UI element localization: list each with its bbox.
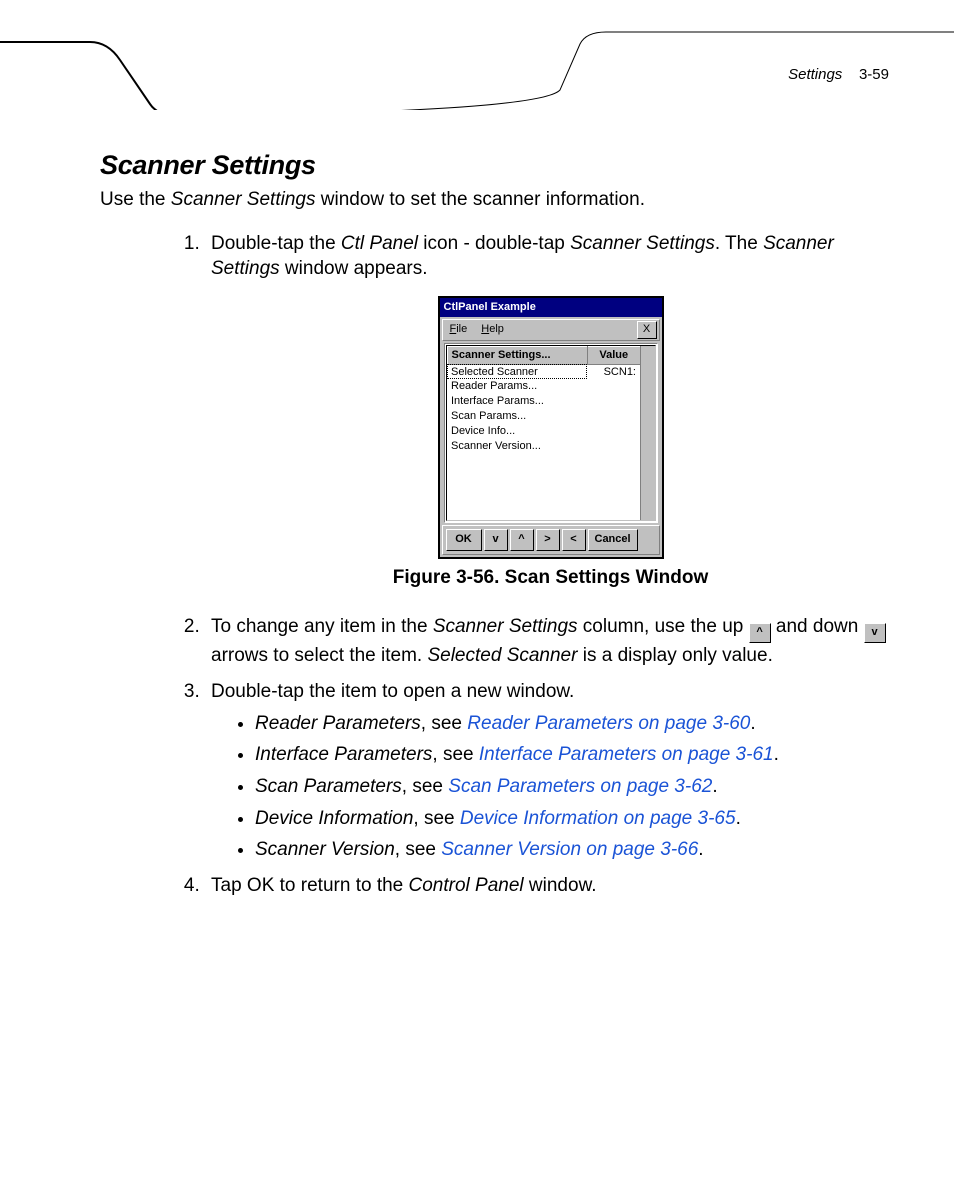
inline-up-icon: ^ — [749, 623, 771, 643]
ok-button[interactable]: OK — [446, 529, 482, 551]
bullet-item: Scan Parameters, see Scan Parameters on … — [255, 774, 890, 800]
xref-link[interactable]: Device Information on page 3-65 — [460, 808, 736, 829]
menubar: File Help X — [442, 319, 660, 341]
button-bar: OK v ^ > < Cancel — [442, 525, 660, 555]
col-header-settings[interactable]: Scanner Settings... — [447, 346, 587, 364]
inline-down-icon: v — [864, 623, 886, 643]
scrollbar[interactable] — [640, 346, 655, 520]
step-3: Double-tap the item to open a new window… — [205, 679, 890, 863]
table-row[interactable]: Scanner Version... — [447, 439, 640, 454]
bullet-item: Device Information, see Device Informati… — [255, 806, 890, 832]
table-row[interactable]: Selected ScannerSCN1: — [447, 364, 640, 379]
table-row[interactable]: Reader Params... — [447, 379, 640, 394]
step-1: Double-tap the Ctl Panel icon - double-t… — [205, 231, 890, 591]
ctlpanel-window: CtlPanel Example File Help X Scanner Set… — [438, 296, 664, 559]
menu-file[interactable]: File — [443, 320, 475, 339]
table-row[interactable]: Device Info... — [447, 424, 640, 439]
intro-paragraph: Use the Scanner Settings window to set t… — [100, 187, 890, 213]
xref-link[interactable]: Scanner Version on page 3-66 — [441, 839, 698, 860]
cancel-button[interactable]: Cancel — [588, 529, 638, 551]
right-button[interactable]: > — [536, 529, 560, 551]
list-area: Scanner Settings... Value Selected Scann… — [444, 343, 658, 523]
figure-caption: Figure 3-56. Scan Settings Window — [211, 565, 890, 591]
menu-help[interactable]: Help — [474, 320, 511, 339]
close-button[interactable]: X — [637, 321, 657, 339]
bullet-item: Interface Parameters, see Interface Para… — [255, 742, 890, 768]
table-row[interactable]: Interface Params... — [447, 394, 640, 409]
settings-table: Scanner Settings... Value Selected Scann… — [447, 346, 641, 454]
page-title: Scanner Settings — [100, 150, 890, 181]
xref-link[interactable]: Scan Parameters on page 3-62 — [448, 776, 712, 797]
bullet-item: Reader Parameters, see Reader Parameters… — [255, 711, 890, 737]
step-2: To change any item in the Scanner Settin… — [205, 614, 890, 669]
down-button[interactable]: v — [484, 529, 508, 551]
xref-link[interactable]: Interface Parameters on page 3-61 — [479, 744, 774, 765]
table-row[interactable]: Scan Params... — [447, 409, 640, 424]
header-section: Settings — [788, 66, 842, 83]
left-button[interactable]: < — [562, 529, 586, 551]
up-button[interactable]: ^ — [510, 529, 534, 551]
page-header: Settings 3-59 — [788, 66, 889, 83]
col-header-value[interactable]: Value — [587, 346, 640, 364]
step-4: Tap OK to return to the Control Panel wi… — [205, 873, 890, 899]
xref-link[interactable]: Reader Parameters on page 3-60 — [467, 713, 750, 734]
bullet-item: Scanner Version, see Scanner Version on … — [255, 837, 890, 863]
window-titlebar: CtlPanel Example — [440, 298, 662, 317]
header-page: 3-59 — [859, 66, 889, 83]
